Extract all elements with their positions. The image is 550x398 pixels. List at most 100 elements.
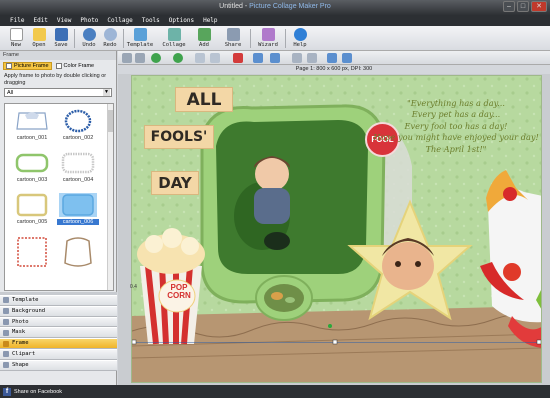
delete-icon[interactable] <box>233 53 243 63</box>
save-button[interactable]: Save <box>50 28 72 48</box>
day-word-label[interactable]: DAY <box>151 171 199 195</box>
help-button[interactable]: Help <box>289 28 311 48</box>
clipart-icon <box>3 351 9 358</box>
collage-button[interactable]: Collage <box>161 28 187 48</box>
photo-icon <box>3 318 9 325</box>
tab-picture-frame[interactable]: Picture Frame <box>3 62 52 70</box>
undo-button[interactable]: Undo <box>78 28 100 48</box>
frame-preview-graphic <box>16 112 48 130</box>
ruler-mark: 0.4 <box>130 284 137 290</box>
frame-thumbnail[interactable]: cartoon_005 <box>11 192 53 225</box>
shape-icon <box>3 362 9 369</box>
frame-type-tabs: Picture Frame Color Frame <box>0 60 116 72</box>
menu-file[interactable]: File <box>10 17 24 24</box>
frame-thumbnail-label: cartoon_002 <box>62 135 94 141</box>
fools-word-label[interactable]: FOOLS' <box>144 125 214 149</box>
picture-frame-checkbox[interactable] <box>6 63 12 69</box>
menu-photo[interactable]: Photo <box>80 17 98 24</box>
edit-toolbar <box>118 51 550 65</box>
close-button[interactable]: ✕ <box>531 1 547 12</box>
add-label: Add <box>199 42 209 48</box>
frame-icon <box>3 340 9 347</box>
frame-thumbnail[interactable] <box>57 234 99 267</box>
send-backward-icon[interactable] <box>173 53 183 63</box>
redo-icon <box>103 28 117 41</box>
wizard-button[interactable]: Wizard <box>255 28 281 48</box>
menu-options[interactable]: Options <box>169 17 194 24</box>
color-frame-checkbox[interactable] <box>55 63 62 69</box>
frame-thumbnail[interactable]: cartoon_002 <box>57 108 99 141</box>
side-tab-label: Clipart <box>12 350 36 357</box>
template-button[interactable]: Template <box>126 28 154 48</box>
template-icon <box>133 28 147 41</box>
page-info: Page 1: 800 x 600 px, DPI: 300 <box>295 66 373 72</box>
quote-text[interactable]: "Everything has a day... Every pet has a… <box>370 98 541 155</box>
zoom-out-icon[interactable] <box>342 53 352 63</box>
align-icon[interactable] <box>253 53 263 63</box>
frame-thumbnail[interactable] <box>11 234 53 267</box>
side-tab-photo[interactable]: Photo <box>0 316 117 328</box>
side-tab-clipart[interactable]: Clipart <box>0 348 117 360</box>
distribute-icon[interactable] <box>270 53 280 63</box>
frame-preview-graphic <box>64 109 92 133</box>
facebook-icon[interactable]: f <box>3 387 11 396</box>
redo-button[interactable]: Redo <box>99 28 121 48</box>
flip-icon[interactable] <box>292 53 302 63</box>
side-tab-shape[interactable]: Shape <box>0 359 117 371</box>
tab-color-frame[interactable]: Color Frame <box>55 63 95 69</box>
add-photo-icon <box>197 28 211 41</box>
quote-line: "Everything has a day... <box>407 98 505 108</box>
crop-icon[interactable] <box>135 53 145 63</box>
zoom-in-icon[interactable] <box>327 53 337 63</box>
bring-forward-icon[interactable] <box>151 53 161 63</box>
menu-collage[interactable]: Collage <box>107 17 132 24</box>
frame-thumbnail[interactable]: cartoon_001 <box>11 108 53 141</box>
frame-thumbnail-selected[interactable]: cartoon_006 <box>57 192 99 225</box>
arrange-icon[interactable] <box>122 53 132 63</box>
title-bar: Untitled - Picture Collage Maker Pro ‒ □… <box>0 0 550 15</box>
side-tab-label: Mask <box>12 329 26 336</box>
collage-label: Collage <box>162 42 186 48</box>
popcorn-word: CORN <box>167 291 191 300</box>
frame-preview-graphic <box>61 152 95 174</box>
maximize-button[interactable]: □ <box>517 1 529 12</box>
side-tab-mask[interactable]: Mask <box>0 327 117 339</box>
frame-thumbnail[interactable]: cartoon_003 <box>11 150 53 183</box>
all-word-label[interactable]: ALL <box>175 87 233 112</box>
side-tab-background[interactable]: Background <box>0 305 117 317</box>
frame-thumbnail-label: cartoon_006 <box>57 219 99 225</box>
share-button[interactable]: Share <box>222 28 244 48</box>
thumbnail-scrollbar[interactable] <box>107 104 113 290</box>
frame-preview <box>59 193 97 217</box>
side-tab-template[interactable]: Template <box>0 295 117 306</box>
tab-color-frame-label: Color Frame <box>63 63 95 69</box>
new-label: New <box>11 42 21 48</box>
left-panel: Frame Picture Frame Color Frame Apply fr… <box>0 51 117 385</box>
add-button[interactable]: Add <box>193 28 215 48</box>
minimize-button[interactable]: ‒ <box>503 1 515 12</box>
rotate-icon[interactable] <box>307 53 317 63</box>
chevron-down-icon[interactable]: ▼ <box>103 89 110 96</box>
paste-icon[interactable] <box>210 53 220 63</box>
scrollbar-thumb[interactable] <box>108 110 113 132</box>
collage-canvas[interactable]: ALL FOOLS' DAY FOOL "Everything has a da… <box>131 75 542 383</box>
popcorn-label: POP CORN <box>165 284 193 300</box>
menu-view[interactable]: View <box>57 17 71 24</box>
save-label: Save <box>54 42 68 48</box>
document-title: Untitled <box>219 3 243 10</box>
menu-edit[interactable]: Edit <box>33 17 47 24</box>
wand-icon <box>261 28 275 41</box>
frame-thumbnail-label: cartoon_005 <box>16 219 48 225</box>
copy-icon[interactable] <box>195 53 205 63</box>
menu-tools[interactable]: Tools <box>142 17 160 24</box>
side-tab-label: Background <box>12 307 46 314</box>
floppy-icon <box>54 28 68 41</box>
side-tab-label: Photo <box>12 318 29 325</box>
new-button[interactable]: New <box>5 28 27 48</box>
frame-thumbnail[interactable]: cartoon_004 <box>57 150 99 183</box>
side-tab-frame[interactable]: Frame <box>0 338 117 349</box>
open-button[interactable]: Open <box>28 28 50 48</box>
menu-help[interactable]: Help <box>203 17 217 24</box>
category-select[interactable]: All ▼ <box>4 88 112 97</box>
share-facebook-link[interactable]: Share on Facebook <box>14 389 62 395</box>
